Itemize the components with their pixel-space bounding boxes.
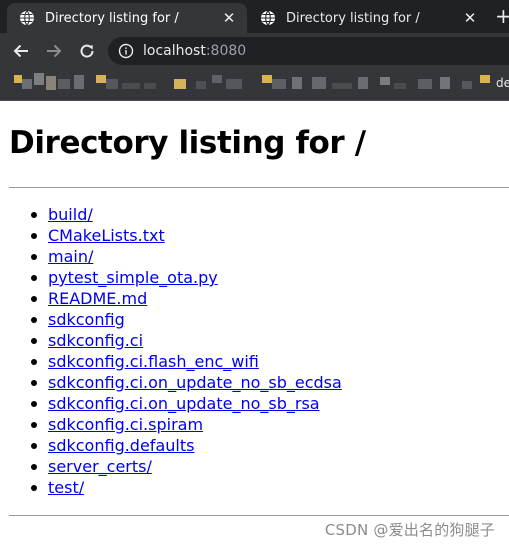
page-content: Directory listing for / build/ CMakeList… — [0, 101, 509, 547]
file-link[interactable]: README.md — [48, 289, 147, 308]
file-link[interactable]: sdkconfig.ci.flash_enc_wifi — [48, 352, 259, 371]
bookmark-item[interactable] — [272, 79, 286, 89]
bookmark-item[interactable] — [226, 79, 242, 89]
list-item: CMakeLists.txt — [31, 225, 342, 246]
address-host: localhost — [143, 43, 206, 59]
tab-active[interactable]: Directory listing for / ✕ — [7, 3, 247, 33]
bookmark-favicon[interactable] — [174, 79, 186, 89]
info-icon[interactable] — [118, 43, 134, 59]
tab-strip: Directory listing for / ✕ Directory list… — [0, 0, 509, 33]
bookmark-item[interactable] — [144, 83, 156, 89]
bookmark-favicon[interactable] — [14, 75, 22, 83]
bookmark-item[interactable] — [58, 79, 70, 89]
bookmark-item[interactable] — [418, 79, 432, 89]
page-title: Directory listing for / — [9, 125, 366, 161]
globe-icon — [260, 10, 276, 26]
bookmark-item[interactable] — [22, 79, 32, 89]
divider — [9, 515, 509, 516]
close-icon[interactable]: ✕ — [460, 8, 480, 28]
file-link[interactable]: sdkconfig.ci.on_update_no_sb_rsa — [48, 394, 320, 413]
bookmark-item[interactable] — [106, 79, 118, 89]
file-link[interactable]: sdkconfig.defaults — [48, 436, 194, 455]
list-item: sdkconfig.ci.on_update_no_sb_rsa — [31, 393, 342, 414]
bookmark-item[interactable] — [380, 77, 390, 85]
bookmark-item[interactable] — [332, 83, 352, 89]
list-item: main/ — [31, 246, 342, 267]
bookmark-item[interactable] — [196, 81, 206, 89]
arrow-right-icon[interactable] — [42, 39, 66, 63]
address-port: :8080 — [205, 43, 247, 59]
file-link[interactable]: sdkconfig.ci — [48, 331, 143, 350]
list-item: test/ — [31, 477, 342, 498]
file-list: build/ CMakeLists.txt main/ pytest_simpl… — [31, 204, 342, 498]
bookmark-item[interactable] — [312, 77, 326, 89]
new-tab-button[interactable]: + — [495, 6, 509, 26]
bookmark-item[interactable] — [394, 83, 406, 89]
browser-toolbar: localhost:8080 — [0, 33, 509, 69]
bookmark-item-label[interactable]: de — [496, 76, 509, 90]
list-item: sdkconfig — [31, 309, 342, 330]
bookmark-item[interactable] — [46, 76, 56, 90]
bookmark-item[interactable] — [292, 77, 302, 89]
file-link[interactable]: test/ — [48, 478, 84, 497]
address-bar[interactable]: localhost:8080 — [108, 37, 509, 65]
close-icon[interactable]: ✕ — [219, 8, 239, 28]
list-item: sdkconfig.ci.spiram — [31, 414, 342, 435]
bookmark-item[interactable] — [212, 75, 222, 83]
list-item: server_certs/ — [31, 456, 342, 477]
list-item: sdkconfig.ci — [31, 330, 342, 351]
file-link[interactable]: build/ — [48, 205, 93, 224]
bookmark-item[interactable] — [358, 77, 368, 89]
list-item: README.md — [31, 288, 342, 309]
file-link[interactable]: sdkconfig — [48, 310, 125, 329]
reload-icon[interactable] — [75, 39, 99, 63]
bookmark-favicon[interactable] — [480, 75, 490, 83]
list-item: pytest_simple_ota.py — [31, 267, 342, 288]
bookmark-item[interactable] — [34, 73, 44, 85]
list-item: sdkconfig.ci.flash_enc_wifi — [31, 351, 342, 372]
bookmark-item[interactable] — [122, 83, 140, 89]
list-item: sdkconfig.defaults — [31, 435, 342, 456]
bookmarks-bar: de — [0, 69, 509, 101]
divider — [9, 187, 509, 188]
list-item: sdkconfig.ci.on_update_no_sb_ecdsa — [31, 372, 342, 393]
bookmark-item[interactable] — [462, 81, 472, 89]
globe-icon — [19, 10, 35, 26]
bookmark-item[interactable] — [74, 75, 84, 89]
bookmark-favicon[interactable] — [262, 75, 272, 83]
file-link[interactable]: server_certs/ — [48, 457, 152, 476]
list-item: build/ — [31, 204, 342, 225]
tab-title: Directory listing for / — [286, 10, 420, 26]
watermark: CSDN @爱出名的狗腿子 — [324, 521, 495, 539]
file-link[interactable]: CMakeLists.txt — [48, 226, 165, 245]
file-link[interactable]: pytest_simple_ota.py — [48, 268, 218, 287]
bookmark-item[interactable] — [440, 77, 450, 89]
arrow-left-icon[interactable] — [9, 39, 33, 63]
bookmark-favicon[interactable] — [96, 75, 106, 83]
tab-inactive[interactable]: Directory listing for / ✕ — [248, 3, 488, 33]
file-link[interactable]: sdkconfig.ci.on_update_no_sb_ecdsa — [48, 373, 342, 392]
file-link[interactable]: main/ — [48, 247, 93, 266]
file-link[interactable]: sdkconfig.ci.spiram — [48, 415, 203, 434]
tab-title: Directory listing for / — [45, 10, 179, 26]
